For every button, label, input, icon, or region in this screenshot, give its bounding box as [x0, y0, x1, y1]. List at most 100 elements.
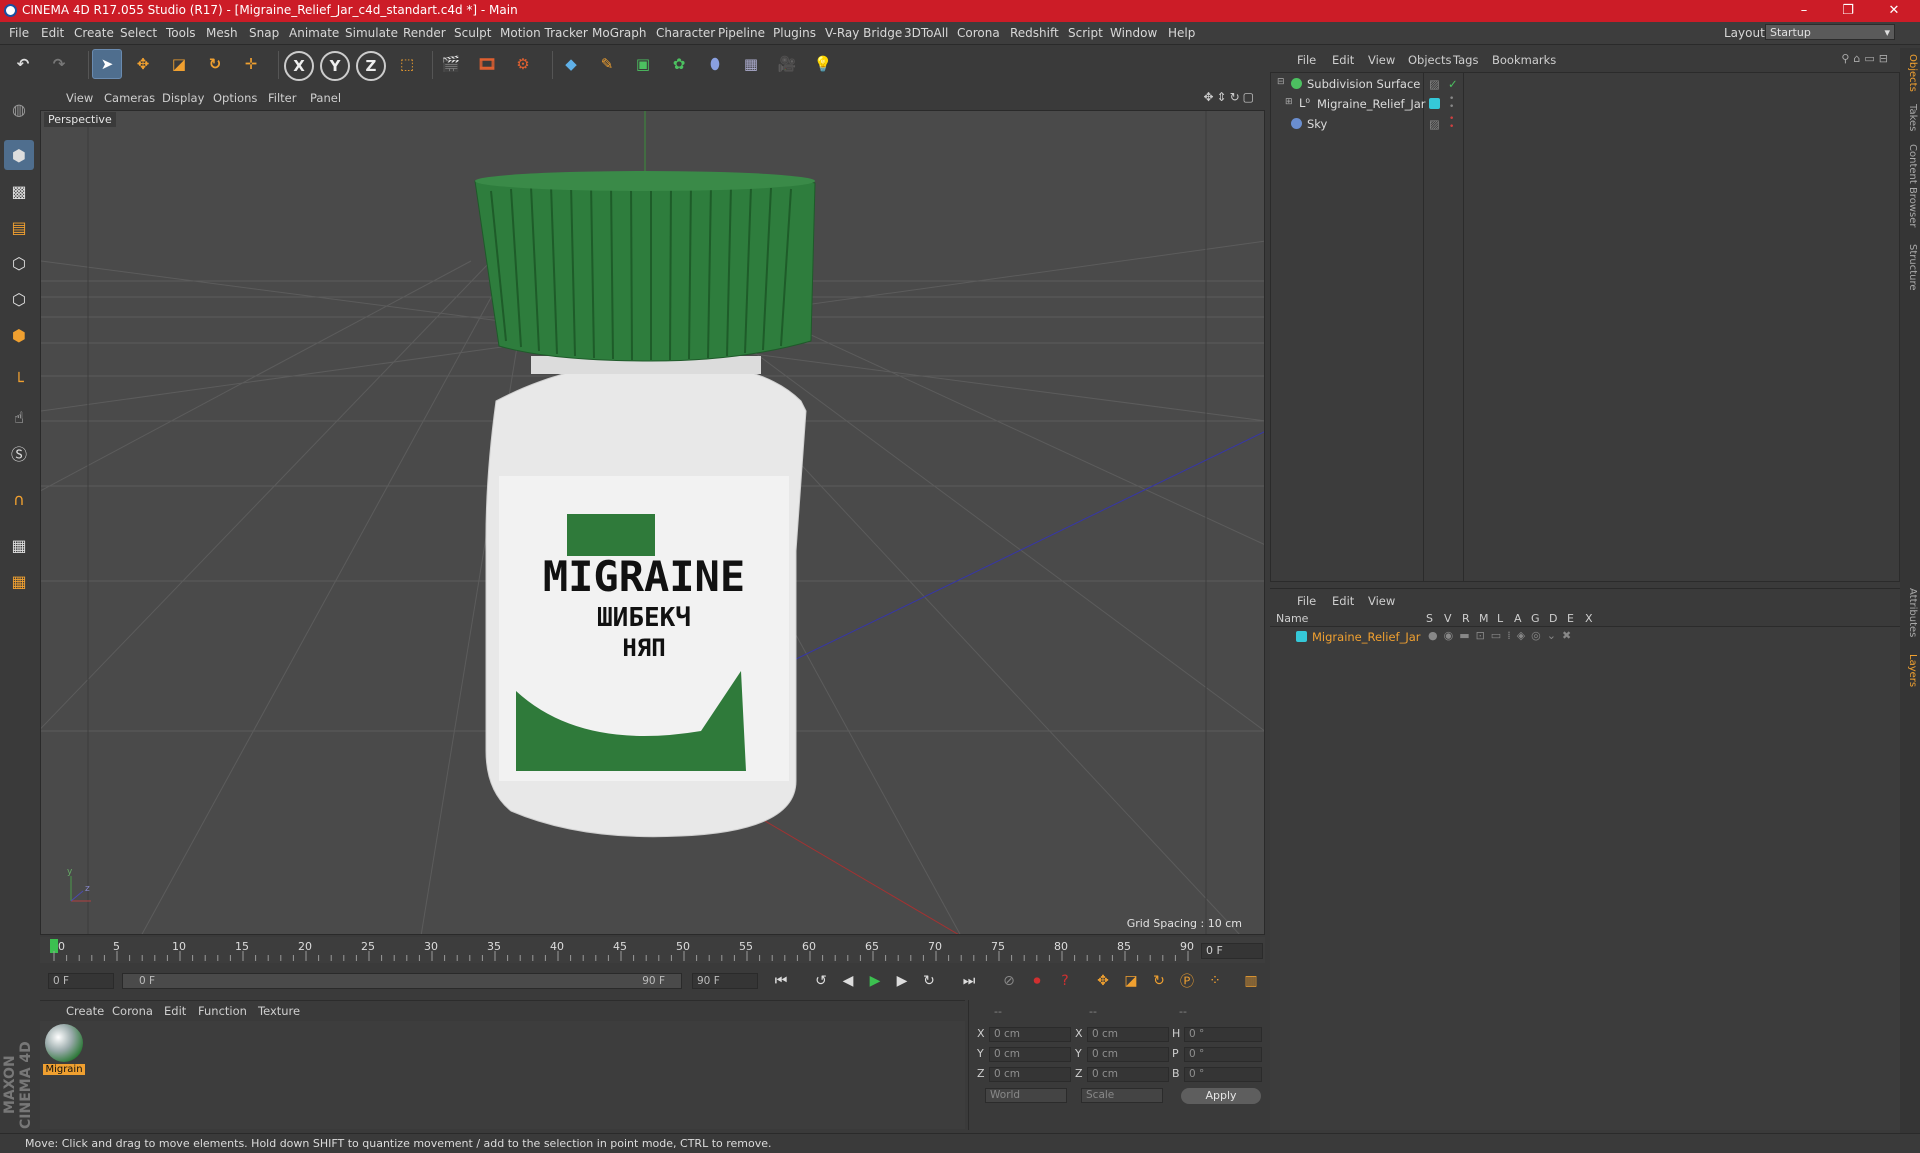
- material-swatch[interactable]: Migrain: [43, 1023, 85, 1083]
- layer-menu-file[interactable]: File: [1297, 594, 1316, 608]
- visibility-toggle-icon[interactable]: ▨: [1429, 77, 1440, 91]
- edges-mode-icon[interactable]: ⬡: [4, 284, 34, 314]
- tab-attributes[interactable]: Attributes: [1902, 588, 1918, 637]
- z-axis-lock-button[interactable]: Z: [356, 51, 386, 81]
- tab-takes[interactable]: Takes: [1902, 104, 1918, 131]
- render-settings-icon[interactable]: ⚙: [508, 49, 538, 79]
- menu-edit[interactable]: Edit: [41, 26, 64, 40]
- redo-icon[interactable]: ↷: [44, 49, 74, 79]
- pos-z-field[interactable]: 0 cm: [989, 1067, 1071, 1082]
- restore-button[interactable]: ❐: [1828, 1, 1868, 21]
- go-to-end-icon[interactable]: ⏭: [958, 970, 980, 992]
- key-pla-icon[interactable]: ⁘: [1204, 970, 1226, 992]
- material-menu-texture[interactable]: Texture: [258, 1004, 300, 1018]
- material-menu-create[interactable]: Create: [66, 1004, 104, 1018]
- key-parameter-icon[interactable]: Ⓟ: [1176, 970, 1198, 992]
- object-menu-objects[interactable]: Objects: [1408, 53, 1451, 67]
- layer-color-icon[interactable]: [1429, 98, 1440, 109]
- make-editable-icon[interactable]: ◍: [4, 94, 34, 124]
- camera-icon[interactable]: 🎥: [772, 49, 802, 79]
- object-manager-tools-icons[interactable]: ⚲⌂▭⊟: [1841, 52, 1892, 65]
- render-picture-viewer-icon[interactable]: 🎞: [472, 49, 502, 79]
- minimize-button[interactable]: –: [1784, 1, 1824, 21]
- menu-file[interactable]: File: [9, 26, 29, 40]
- layer-menu-edit[interactable]: Edit: [1332, 594, 1354, 608]
- object-row-subdivision[interactable]: ⊟ Subdivision Surface ▨ ✓: [1271, 75, 1899, 93]
- cube-primitive-icon[interactable]: ◆: [556, 49, 586, 79]
- menu-character[interactable]: Character: [656, 26, 715, 40]
- visibility-dots-icon[interactable]: • •: [1449, 115, 1454, 132]
- current-frame-field[interactable]: 0 F: [1201, 943, 1263, 959]
- timeline-window-icon[interactable]: ▥: [1240, 970, 1262, 992]
- menu-tools[interactable]: Tools: [166, 26, 196, 40]
- select-tool-icon[interactable]: ➤: [92, 49, 122, 79]
- rot-p-field[interactable]: 0 °: [1184, 1047, 1262, 1062]
- menu-render[interactable]: Render: [403, 26, 446, 40]
- tab-content-browser[interactable]: Content Browser: [1902, 144, 1918, 227]
- viewport-menu-display[interactable]: Display: [162, 91, 204, 105]
- menu-pipeline[interactable]: Pipeline: [718, 26, 765, 40]
- size-x-field[interactable]: 0 cm: [1087, 1027, 1169, 1042]
- undo-icon[interactable]: ↶: [8, 49, 38, 79]
- next-key-icon[interactable]: ↻: [918, 970, 940, 992]
- object-menu-bookmarks[interactable]: Bookmarks: [1492, 53, 1556, 67]
- points-mode-icon[interactable]: ⬡: [4, 248, 34, 278]
- light-icon[interactable]: 💡: [808, 49, 838, 79]
- viewport-menu-filter[interactable]: Filter: [268, 91, 296, 105]
- rot-b-field[interactable]: 0 °: [1184, 1067, 1262, 1082]
- layout-dropdown[interactable]: Startup ▾: [1765, 24, 1895, 40]
- close-button[interactable]: ✕: [1874, 1, 1914, 21]
- pos-x-field[interactable]: 0 cm: [989, 1027, 1071, 1042]
- tab-layers[interactable]: Layers: [1902, 654, 1918, 687]
- menu-redshift[interactable]: Redshift: [1010, 26, 1059, 40]
- menu-motion-tracker[interactable]: Motion Tracker: [500, 26, 588, 40]
- scale-tool-icon[interactable]: ◪: [164, 49, 194, 79]
- tab-objects[interactable]: Objects: [1902, 54, 1918, 92]
- deformer-icon[interactable]: ⬮: [700, 49, 730, 79]
- axis-mode-icon[interactable]: └: [4, 366, 34, 396]
- timeline-ruler[interactable]: 0 5 10 15 20 25 30 35 40 45 50 55 60 65 …: [40, 937, 1265, 963]
- snap-magnet-icon[interactable]: ∩: [4, 484, 34, 514]
- texture-mode-icon[interactable]: ▩: [4, 176, 34, 206]
- menu-sculpt[interactable]: Sculpt: [454, 26, 491, 40]
- render-view-icon[interactable]: 🎬: [436, 49, 466, 79]
- layer-menu-view[interactable]: View: [1368, 594, 1395, 608]
- model-mode-icon[interactable]: ⬢: [4, 140, 34, 170]
- spline-pen-icon[interactable]: ✎: [592, 49, 622, 79]
- menu-mograph[interactable]: MoGraph: [592, 26, 647, 40]
- coordinate-system-dropdown[interactable]: World: [985, 1088, 1067, 1103]
- end-frame-field[interactable]: 90 F: [692, 973, 758, 989]
- layer-row[interactable]: Migraine_Relief_Jar ●◉▬⊡▭⁞◈◎⌄✖: [1270, 628, 1898, 646]
- menu-vray-bridge[interactable]: V-Ray Bridge: [825, 26, 902, 40]
- y-axis-lock-button[interactable]: Y: [320, 51, 350, 81]
- solo-mode-icon[interactable]: Ⓢ: [4, 438, 34, 468]
- menu-create[interactable]: Create: [74, 26, 114, 40]
- subdivision-surface-icon[interactable]: ▣: [628, 49, 658, 79]
- visibility-dots-icon[interactable]: • •: [1449, 95, 1454, 112]
- layer-toggle-icons[interactable]: ●◉▬⊡▭⁞◈◎⌄✖: [1428, 629, 1577, 642]
- 3d-viewport[interactable]: MIGRAINE ШИБЕКЧ НЯП y z Perspective Grid: [40, 110, 1265, 935]
- expand-icon[interactable]: ⊞: [1285, 97, 1293, 107]
- object-row-jar[interactable]: ⊞ L⁰ Migraine_Relief_Jar • •: [1271, 95, 1899, 113]
- viewport-menu-options[interactable]: Options: [213, 91, 257, 105]
- size-y-field[interactable]: 0 cm: [1087, 1047, 1169, 1062]
- rotate-tool-icon[interactable]: ↻: [200, 49, 230, 79]
- autokey-icon[interactable]: ⏺: [1026, 970, 1048, 992]
- material-menu-function[interactable]: Function: [198, 1004, 247, 1018]
- menu-window[interactable]: Window: [1110, 26, 1157, 40]
- material-menu-edit[interactable]: Edit: [164, 1004, 186, 1018]
- menu-script[interactable]: Script: [1068, 26, 1103, 40]
- enabled-check-icon[interactable]: ✓: [1448, 77, 1458, 91]
- step-back-icon[interactable]: ◀: [837, 970, 859, 992]
- planar-workplane-icon[interactable]: ▦: [4, 566, 34, 596]
- tweak-mode-icon[interactable]: ☝: [4, 402, 34, 432]
- polygons-mode-icon[interactable]: ⬢: [4, 320, 34, 350]
- layer-color-icon[interactable]: [1296, 631, 1307, 642]
- pos-y-field[interactable]: 0 cm: [989, 1047, 1071, 1062]
- object-menu-tags[interactable]: Tags: [1453, 53, 1478, 67]
- start-frame-field[interactable]: 0 F: [48, 973, 114, 989]
- tab-structure[interactable]: Structure: [1902, 244, 1918, 291]
- menu-snap[interactable]: Snap: [249, 26, 279, 40]
- object-menu-file[interactable]: File: [1297, 53, 1316, 67]
- size-z-field[interactable]: 0 cm: [1087, 1067, 1169, 1082]
